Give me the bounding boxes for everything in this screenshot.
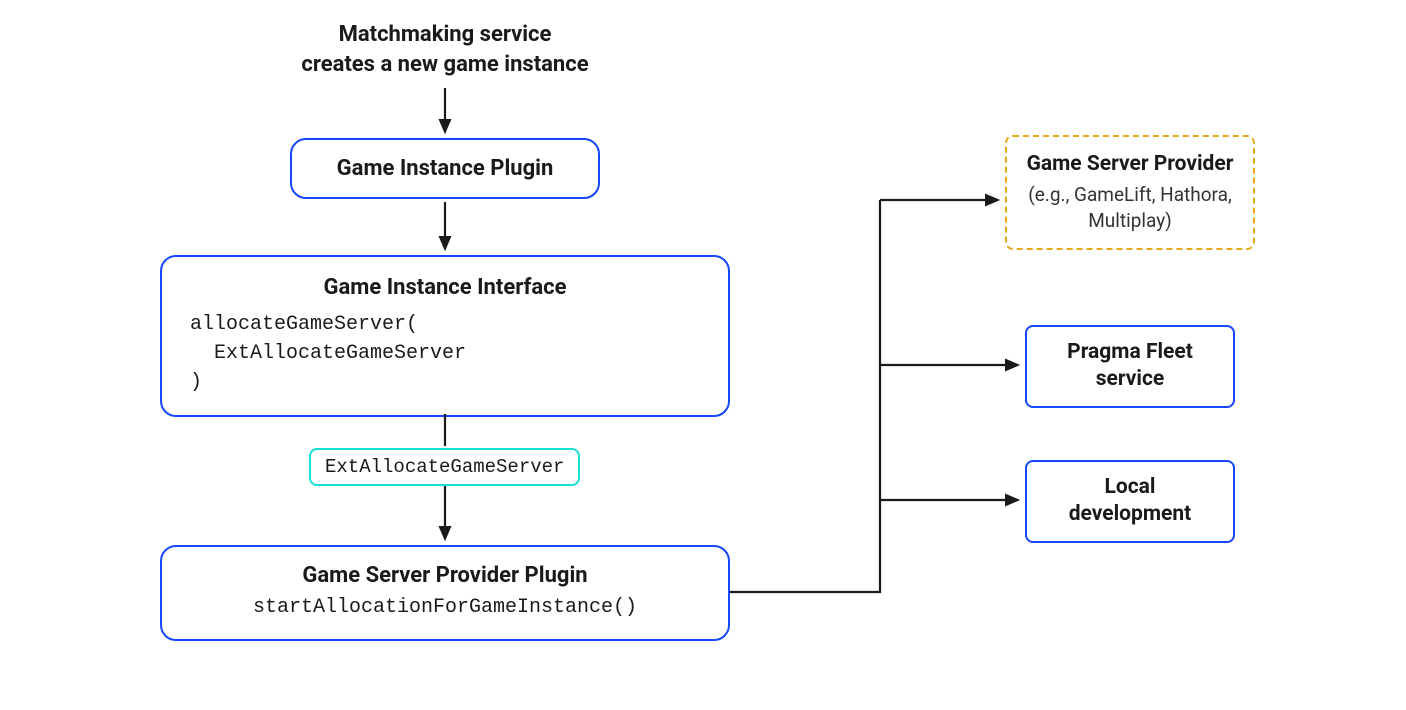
provider-plugin-box: Game Server Provider Plugin startAllocat… (160, 545, 730, 641)
ext-allocate-label-box: ExtAllocateGameServer (309, 448, 580, 486)
fleet-line1: Pragma Fleet (1037, 339, 1223, 366)
interface-code-line1: allocateGameServer( (190, 310, 700, 339)
interface-code-line2: ExtAllocateGameServer (190, 339, 700, 368)
header-line1: Matchmaking service (265, 20, 625, 50)
game-instance-interface-box: Game Instance Interface allocateGameServ… (160, 255, 730, 417)
interface-code-line3: ) (190, 368, 700, 397)
game-instance-plugin-box: Game Instance Plugin (290, 138, 600, 199)
provider-plugin-title: Game Server Provider Plugin (182, 563, 708, 588)
target-game-server-provider: Game Server Provider (e.g., GameLift, Ha… (1005, 135, 1255, 250)
local-line1: Local (1037, 474, 1223, 501)
flow-diagram: Matchmaking service creates a new game i… (0, 0, 1406, 710)
header-text: Matchmaking service creates a new game i… (265, 20, 625, 79)
game-instance-plugin-title: Game Instance Plugin (302, 156, 588, 181)
provider-plugin-code: startAllocationForGameInstance() (253, 596, 637, 619)
fleet-line2: service (1037, 366, 1223, 393)
target-provider-title: Game Server Provider (1019, 151, 1241, 178)
target-pragma-fleet: Pragma Fleet service (1025, 325, 1235, 408)
interface-title: Game Instance Interface (190, 275, 700, 300)
target-local-development: Local development (1025, 460, 1235, 543)
header-line2: creates a new game instance (265, 50, 625, 80)
target-provider-sub: (e.g., GameLift, Hathora, Multiplay) (1019, 182, 1241, 233)
ext-allocate-label: ExtAllocateGameServer (325, 456, 564, 478)
local-line2: development (1037, 501, 1223, 528)
